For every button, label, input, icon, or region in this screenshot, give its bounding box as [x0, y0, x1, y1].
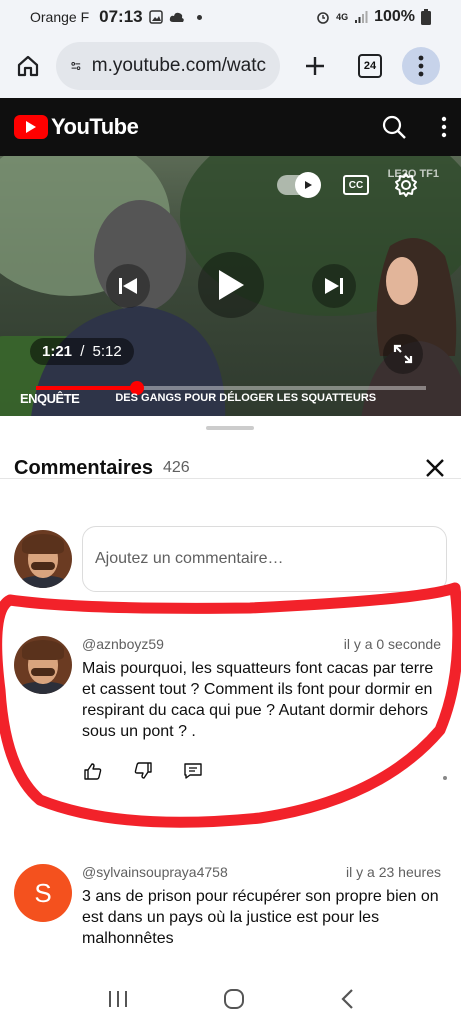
- tabs-icon: 24: [358, 54, 382, 78]
- battery-level: 100%: [374, 8, 415, 25]
- autoplay-toggle[interactable]: [277, 172, 321, 198]
- youtube-logo-text: YouTube: [51, 114, 139, 139]
- browser-toolbar: m.youtube.com/watc 24: [0, 34, 461, 98]
- comments-header: Commentaires 426: [14, 456, 447, 480]
- network-type: 4G: [336, 12, 349, 22]
- battery-icon: [421, 9, 431, 25]
- time-separator: /: [80, 343, 85, 360]
- youtube-logo[interactable]: YouTube: [14, 114, 139, 140]
- comment-text: Mais pourquoi, les squatteurs font cacas…: [82, 660, 434, 740]
- notification-dot-icon: [196, 14, 202, 20]
- comment-timestamp: il y a 0 seconde: [343, 636, 441, 652]
- system-nav-bar: [0, 974, 461, 1024]
- captions-icon[interactable]: CC: [343, 175, 369, 195]
- comment-item: S @sylvainsoupraya4758 il y a 23 heures …: [14, 864, 441, 949]
- comment-item: @aznboyz59 il y a 0 seconde Mais pourquo…: [14, 636, 447, 782]
- carrier-label: Orange F: [30, 9, 90, 25]
- duration: 5:12: [92, 343, 122, 360]
- like-button[interactable]: [82, 760, 104, 782]
- dislike-icon: [134, 762, 152, 779]
- next-icon: [325, 278, 343, 294]
- comment-more-icon[interactable]: [443, 776, 447, 780]
- divider: [0, 478, 461, 479]
- new-tab-button[interactable]: [298, 49, 332, 83]
- dislike-button[interactable]: [132, 760, 154, 782]
- close-icon: [426, 459, 444, 477]
- avatar: [14, 530, 72, 588]
- autoplay-toggle-icon: [295, 172, 321, 198]
- clock: 07:13: [99, 7, 143, 26]
- add-comment-row: Ajoutez un commentaire…: [14, 526, 447, 592]
- close-button[interactable]: [423, 456, 447, 480]
- time-display: 1:21 / 5:12: [30, 338, 134, 365]
- status-bar: Orange F 07:13 4G 100%: [0, 0, 461, 34]
- address-bar[interactable]: m.youtube.com/watc: [56, 42, 280, 90]
- reply-icon: [184, 763, 202, 779]
- search-icon[interactable]: [381, 114, 407, 140]
- youtube-header: YouTube: [0, 98, 461, 156]
- back-icon[interactable]: [340, 988, 354, 1010]
- fullscreen-button[interactable]: [383, 334, 423, 374]
- previous-icon: [119, 278, 137, 294]
- site-settings-icon[interactable]: [70, 55, 82, 77]
- comment-author[interactable]: @aznboyz59: [82, 636, 164, 652]
- tabs-button[interactable]: 24: [350, 46, 390, 86]
- drag-handle[interactable]: [206, 426, 254, 430]
- comment-count: 426: [162, 459, 190, 476]
- video-banner: ENQUÊTE DES GANGS POUR DÉLOGER LES SQUAT…: [0, 386, 461, 410]
- browser-menu-button[interactable]: [402, 47, 440, 85]
- panel-title: Commentaires: [14, 456, 153, 479]
- gallery-icon: [148, 10, 163, 24]
- url-text: m.youtube.com/watc: [91, 55, 266, 76]
- play-icon: [219, 270, 244, 300]
- more-vert-icon: [418, 55, 424, 77]
- comment-author[interactable]: @sylvainsoupraya4758: [82, 864, 228, 880]
- home-button[interactable]: [12, 50, 44, 82]
- show-logo: ENQUÊTE: [20, 390, 80, 406]
- current-time: 1:21: [42, 343, 73, 360]
- play-button[interactable]: [198, 252, 264, 318]
- avatar[interactable]: S: [14, 864, 72, 922]
- signal-icon: [355, 11, 368, 23]
- video-player[interactable]: LE2O TF1 CC 1:21 / 5:12 ENQUÊTE DES GANG…: [0, 156, 461, 416]
- more-vert-icon[interactable]: [441, 116, 447, 138]
- alarm-icon: [317, 12, 329, 24]
- plus-icon: [306, 57, 324, 75]
- cloud-icon: [169, 12, 184, 22]
- youtube-play-logo-icon: [14, 115, 48, 139]
- previous-button[interactable]: [106, 264, 150, 308]
- reply-button[interactable]: [182, 760, 204, 782]
- banner-text: DES GANGS POUR DÉLOGER LES SQUATTEURS: [115, 392, 377, 404]
- fullscreen-icon: [393, 344, 413, 364]
- next-button[interactable]: [312, 264, 356, 308]
- comment-text: 3 ans de prison pour récupérer son propr…: [82, 888, 439, 947]
- comment-input[interactable]: Ajoutez un commentaire…: [82, 526, 447, 592]
- home-icon: [17, 55, 39, 77]
- avatar[interactable]: [14, 636, 72, 694]
- home-nav-icon[interactable]: [223, 988, 245, 1010]
- comment-timestamp: il y a 23 heures: [346, 864, 441, 880]
- settings-gear-icon[interactable]: [393, 172, 419, 198]
- recents-icon[interactable]: [107, 989, 129, 1009]
- like-icon: [84, 763, 102, 780]
